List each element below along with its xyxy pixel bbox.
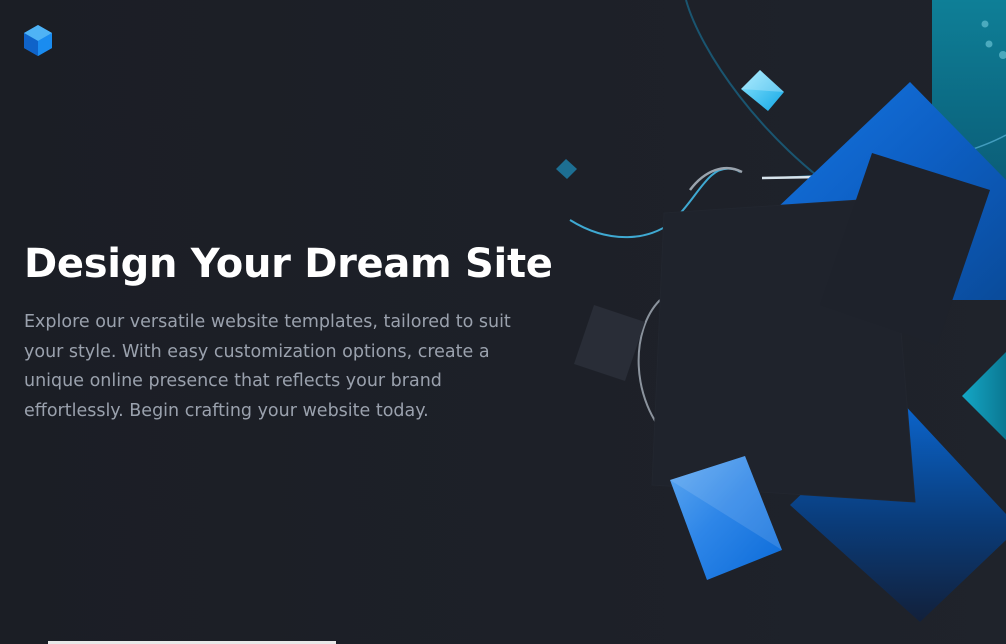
cube-logo-icon[interactable] xyxy=(23,24,53,57)
hero-title: Design Your Dream Site xyxy=(24,241,553,287)
hero-description: Explore our versatile website templates,… xyxy=(24,312,511,421)
hero-page: Design Your Dream Site Explore our versa… xyxy=(0,0,1006,644)
